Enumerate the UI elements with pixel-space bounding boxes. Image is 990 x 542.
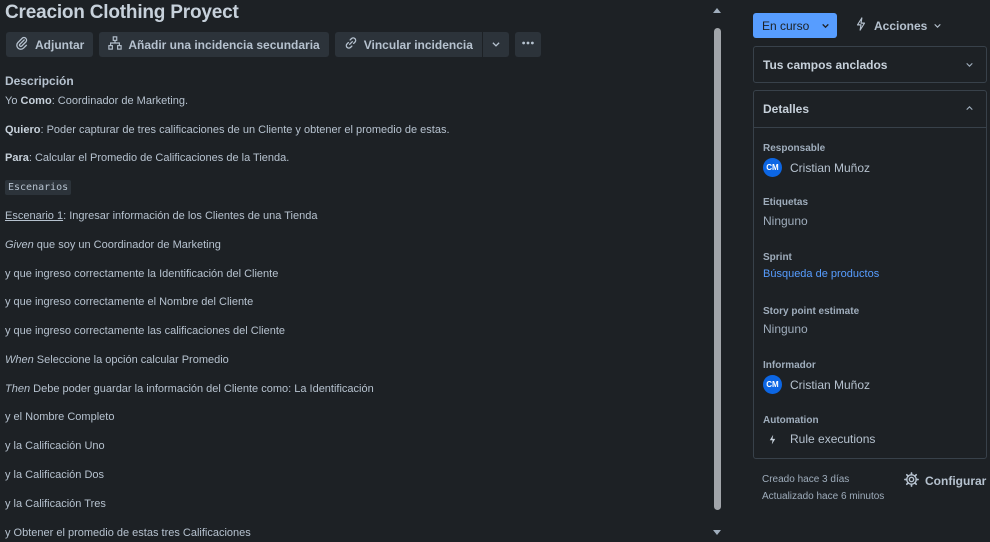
avatar: CM bbox=[763, 375, 782, 394]
child-issue-icon bbox=[108, 36, 123, 53]
description-line: Quiero: Poder capturar de tres calificac… bbox=[5, 124, 450, 136]
sprint-link[interactable]: Búsqueda de productos bbox=[763, 268, 879, 280]
sprint-label: Sprint bbox=[763, 252, 792, 263]
chevron-down-icon bbox=[933, 19, 942, 33]
updated-timestamp: Actualizado hace 6 minutos bbox=[762, 491, 885, 502]
scroll-down-arrow-icon[interactable] bbox=[713, 530, 721, 535]
link-icon bbox=[344, 36, 358, 53]
scrollbar-thumb[interactable] bbox=[714, 28, 721, 510]
chevron-down-icon bbox=[821, 19, 830, 33]
description-line: y que ingreso correctamente la Identific… bbox=[5, 268, 279, 280]
add-child-issue-button[interactable]: Añadir una incidencia secundaria bbox=[99, 32, 329, 57]
description-line: Para: Calcular el Promedio de Calificaci… bbox=[5, 152, 290, 164]
link-issue-label: Vincular incidencia bbox=[363, 37, 473, 52]
pinned-fields-title: Tus campos anclados bbox=[763, 58, 888, 72]
issue-sidebar: En curso Acciones Tus campos anclados De… bbox=[730, 0, 990, 542]
more-icon bbox=[521, 36, 535, 53]
reporter-name: Cristian Muñoz bbox=[790, 377, 871, 392]
description-line: y Obtener el promedio de estas tres Cali… bbox=[5, 527, 251, 539]
actions-button[interactable]: Acciones bbox=[854, 13, 942, 38]
story-points-field[interactable]: Ninguno bbox=[763, 322, 808, 336]
link-issue-button[interactable]: Vincular incidencia bbox=[334, 32, 482, 57]
automation-label: Automation bbox=[763, 415, 819, 426]
paperclip-icon bbox=[15, 36, 29, 53]
description-line: y que ingreso correctamente las califica… bbox=[5, 325, 286, 337]
assignee-field[interactable]: CM Cristian Muñoz bbox=[763, 158, 870, 177]
description-line: Yo Como: Coordinador de Marketing. bbox=[5, 95, 189, 107]
configure-label: Configurar bbox=[925, 474, 987, 488]
story-points-label: Story point estimate bbox=[763, 306, 860, 317]
issue-title[interactable]: Creacion Clothing Proyect bbox=[5, 2, 239, 24]
rule-executions-label: Rule executions bbox=[790, 432, 876, 446]
labels-label: Etiquetas bbox=[763, 197, 809, 208]
labels-field[interactable]: Ninguno bbox=[763, 214, 808, 228]
reporter-label: Informador bbox=[763, 360, 816, 371]
add-child-issue-label: Añadir una incidencia secundaria bbox=[128, 37, 320, 52]
description-line: y que ingreso correctamente el Nombre de… bbox=[5, 296, 254, 308]
description-line: y el Nombre Completo bbox=[5, 411, 115, 423]
description-line: Then Debe poder guardar la información d… bbox=[5, 383, 374, 395]
issue-main-panel: Creacion Clothing Proyect Adjuntar Añadi… bbox=[0, 0, 712, 542]
assignee-name: Cristian Muñoz bbox=[790, 160, 871, 175]
description-line: Escenarios bbox=[5, 180, 72, 195]
pinned-fields-panel: Tus campos anclados bbox=[753, 46, 987, 83]
status-dropdown-button[interactable]: En curso bbox=[753, 13, 837, 38]
description-line: When Seleccione la opción calcular Prome… bbox=[5, 354, 229, 366]
description-heading: Descripción bbox=[5, 74, 74, 88]
scroll-up-arrow-icon[interactable] bbox=[713, 8, 721, 13]
description-line: y la Calificación Uno bbox=[5, 440, 105, 452]
lightning-icon bbox=[763, 434, 782, 445]
chevron-up-icon bbox=[965, 102, 974, 116]
chevron-down-icon bbox=[965, 58, 974, 72]
pinned-fields-header[interactable]: Tus campos anclados bbox=[754, 47, 986, 83]
reporter-field[interactable]: CM Cristian Muñoz bbox=[763, 375, 870, 394]
avatar: CM bbox=[763, 158, 782, 177]
more-actions-button[interactable] bbox=[514, 32, 541, 57]
attach-button[interactable]: Adjuntar bbox=[6, 32, 94, 57]
description-line: y la Calificación Tres bbox=[5, 498, 106, 510]
configure-button[interactable]: Configurar bbox=[904, 472, 986, 490]
chevron-down-icon bbox=[491, 38, 501, 52]
code-snippet: Escenarios bbox=[5, 180, 72, 195]
assignee-label: Responsable bbox=[763, 143, 826, 154]
description-line: Given que soy un Coordinador de Marketin… bbox=[5, 239, 221, 251]
description-line: y la Calificación Dos bbox=[5, 469, 105, 481]
link-issue-dropdown-button[interactable] bbox=[482, 32, 509, 57]
actions-label: Acciones bbox=[874, 18, 928, 33]
created-timestamp: Creado hace 3 días bbox=[762, 474, 850, 485]
attach-label: Adjuntar bbox=[35, 37, 85, 52]
description-line: Escenario 1: Ingresar información de los… bbox=[5, 210, 318, 222]
details-panel: Detalles Responsable CM Cristian Muñoz E… bbox=[753, 90, 987, 459]
link-issue-split: Vincular incidencia bbox=[334, 32, 509, 57]
rule-executions-button[interactable]: Rule executions bbox=[763, 432, 875, 446]
gear-icon bbox=[904, 472, 919, 490]
details-title: Detalles bbox=[763, 102, 810, 116]
status-label: En curso bbox=[762, 18, 810, 33]
issue-toolbar: Adjuntar Añadir una incidencia secundari… bbox=[6, 32, 541, 57]
details-header[interactable]: Detalles bbox=[754, 91, 986, 128]
lightning-icon bbox=[854, 17, 868, 34]
